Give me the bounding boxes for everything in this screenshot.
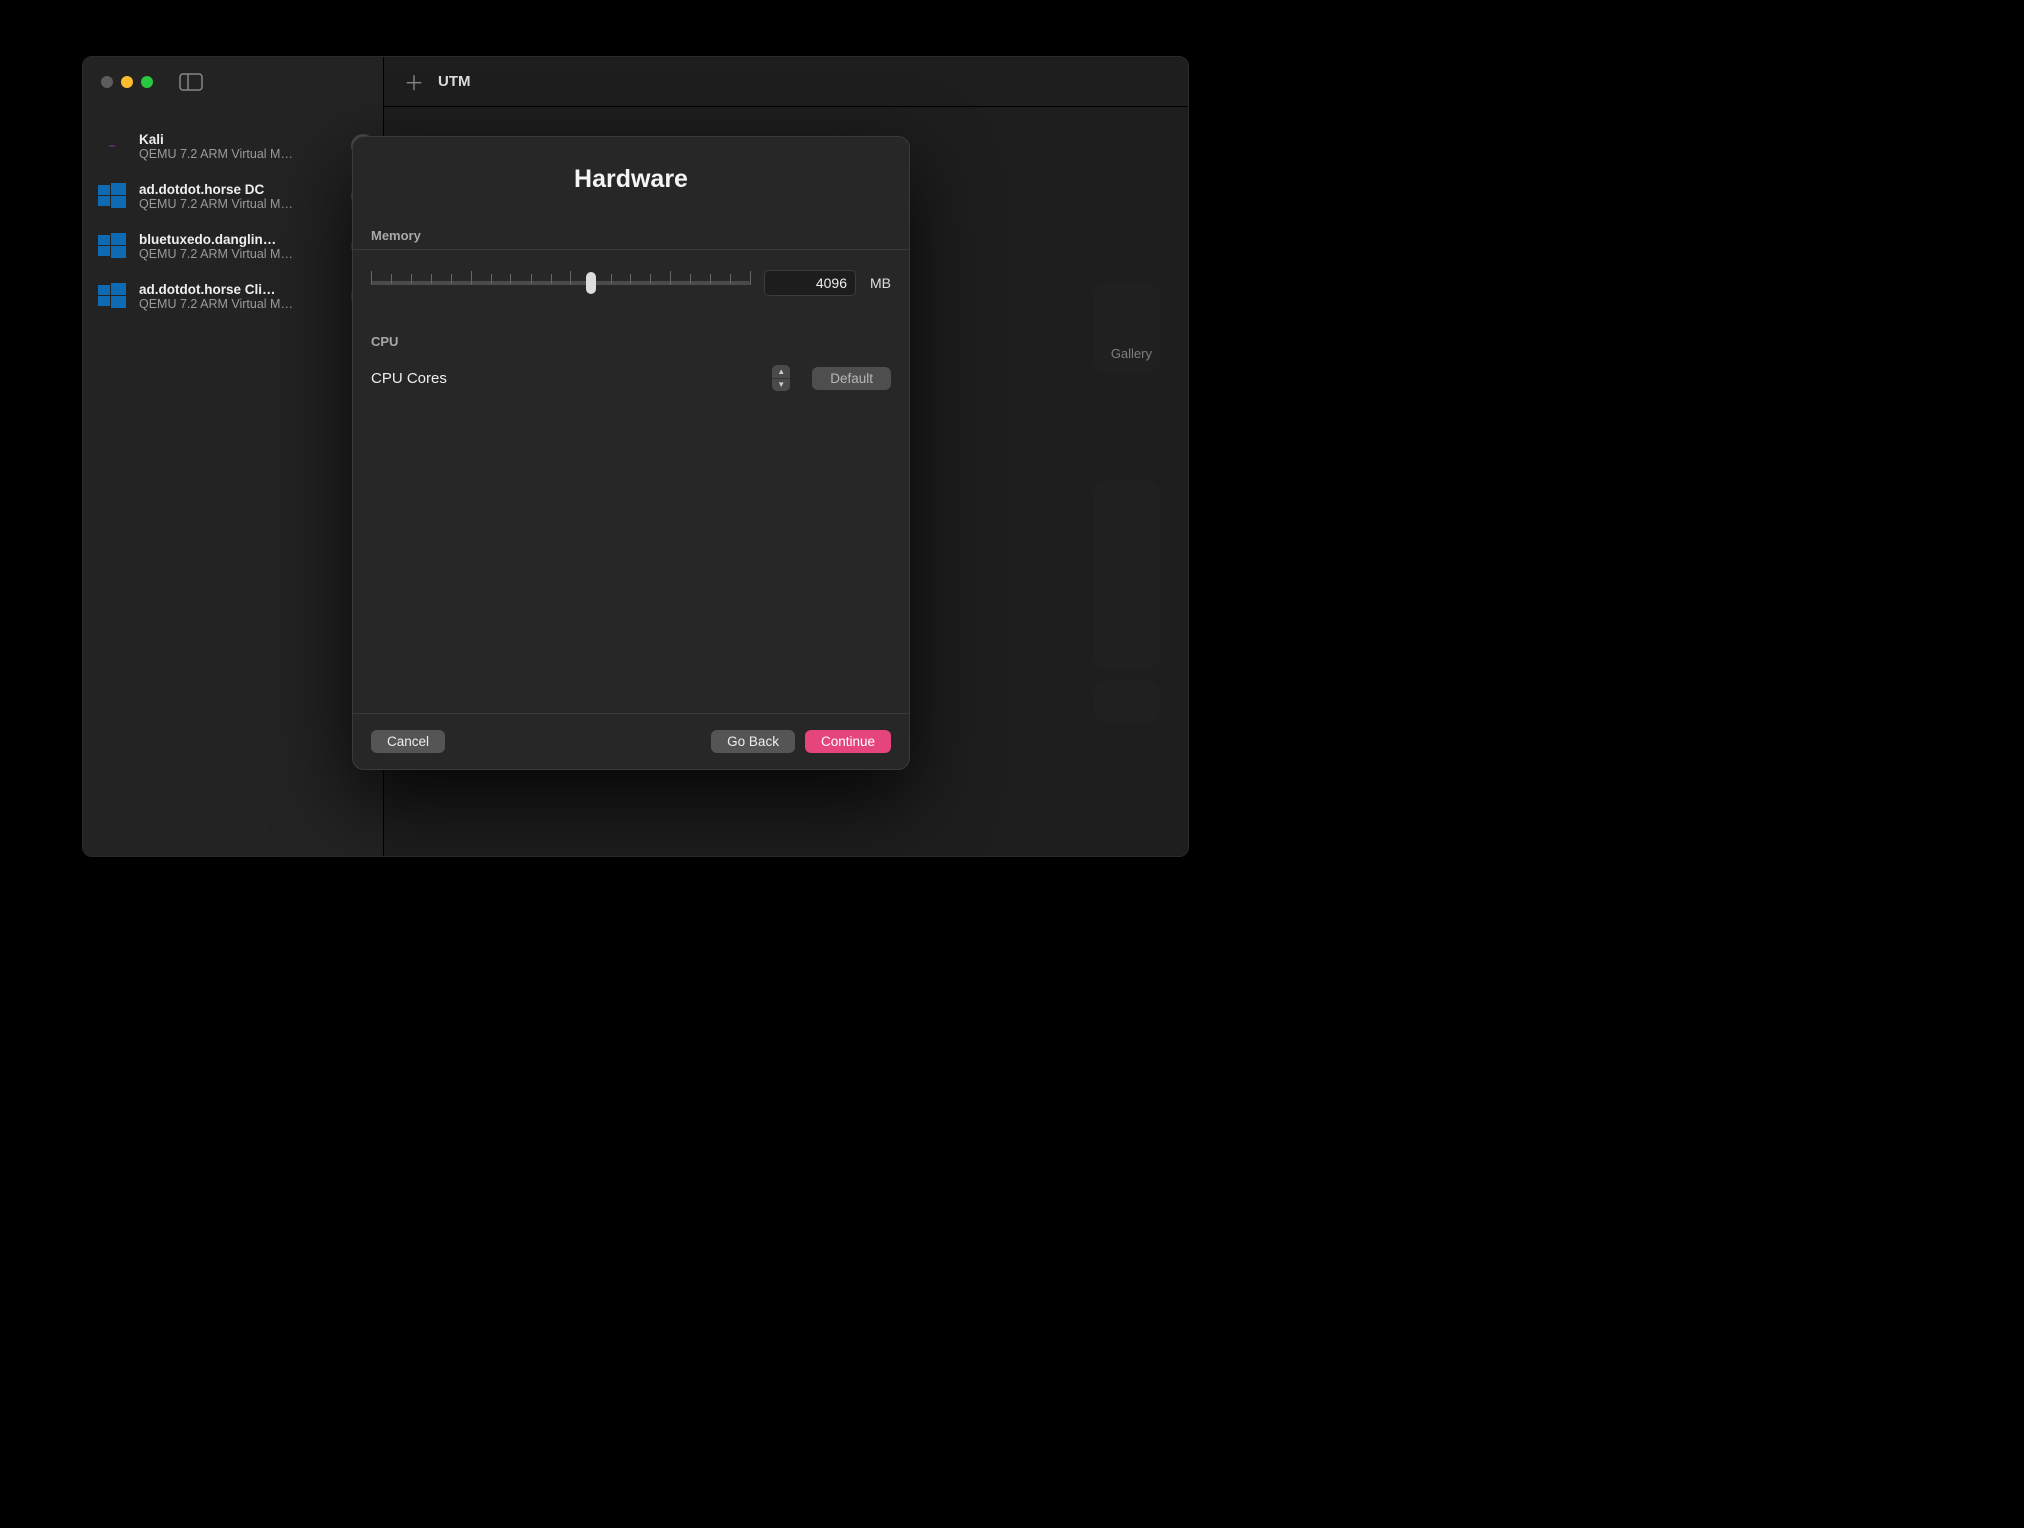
stepper-down-icon[interactable]: ▼ xyxy=(772,379,790,392)
memory-value-input[interactable] xyxy=(764,270,856,296)
vm-name: Kali xyxy=(139,132,339,147)
memory-unit: MB xyxy=(870,275,891,291)
vm-subtitle: QEMU 7.2 ARM Virtual M… xyxy=(139,147,339,161)
cpu-row: CPU Cores ▲ ▼ Default xyxy=(353,355,909,391)
sidebar-toggle-icon[interactable] xyxy=(177,72,205,92)
vm-subtitle: QEMU 7.2 ARM Virtual M… xyxy=(139,297,339,311)
vm-item-ad-dc[interactable]: ad.dotdot.horse DC QEMU 7.2 ARM Virtual … xyxy=(83,171,383,221)
gallery-card[interactable]: Gallery xyxy=(1094,283,1160,373)
vm-item-ad-client[interactable]: ad.dotdot.horse Cli… QEMU 7.2 ARM Virtua… xyxy=(83,271,383,321)
vm-name: ad.dotdot.horse DC xyxy=(139,182,339,197)
background-card-3[interactable] xyxy=(1094,681,1160,723)
windows-icon xyxy=(97,231,127,261)
memory-section-label: Memory xyxy=(353,218,909,249)
vm-name: bluetuxedo.danglin… xyxy=(139,232,339,247)
sidebar: ⎯ Kali QEMU 7.2 ARM Virtual M… ad.dotdot… xyxy=(83,57,384,856)
memory-slider[interactable] xyxy=(371,271,750,295)
windows-icon xyxy=(97,281,127,311)
stepper-up-icon[interactable]: ▲ xyxy=(772,365,790,379)
titlebar xyxy=(83,57,1188,107)
kali-icon: ⎯ xyxy=(97,131,127,161)
default-button[interactable]: Default xyxy=(812,367,891,390)
memory-row: MB xyxy=(353,250,909,324)
vm-item-bluetuxedo[interactable]: bluetuxedo.danglin… QEMU 7.2 ARM Virtual… xyxy=(83,221,383,271)
cpu-cores-label: CPU Cores xyxy=(371,370,762,387)
cancel-button[interactable]: Cancel xyxy=(371,730,445,753)
vm-name: ad.dotdot.horse Cli… xyxy=(139,282,339,297)
slider-track xyxy=(371,281,750,285)
minimize-window-button[interactable] xyxy=(121,76,133,88)
cpu-section-label: CPU xyxy=(353,324,909,355)
maximize-window-button[interactable] xyxy=(141,76,153,88)
vm-subtitle: QEMU 7.2 ARM Virtual M… xyxy=(139,247,339,261)
gallery-label: Gallery xyxy=(1111,346,1152,361)
close-window-button[interactable] xyxy=(101,76,113,88)
slider-thumb[interactable] xyxy=(586,272,596,294)
go-back-button[interactable]: Go Back xyxy=(711,730,795,753)
dialog-footer: Cancel Go Back Continue xyxy=(353,713,909,769)
windows-icon xyxy=(97,181,127,211)
cpu-cores-stepper[interactable]: ▲ ▼ xyxy=(772,365,790,391)
vm-subtitle: QEMU 7.2 ARM Virtual M… xyxy=(139,197,339,211)
vm-item-kali[interactable]: ⎯ Kali QEMU 7.2 ARM Virtual M… xyxy=(83,121,383,171)
continue-button[interactable]: Continue xyxy=(805,730,891,753)
background-card-2[interactable] xyxy=(1094,481,1160,669)
dialog-title: Hardware xyxy=(353,137,909,218)
traffic-lights xyxy=(101,76,153,88)
hardware-dialog: Hardware Memory M xyxy=(352,136,910,770)
